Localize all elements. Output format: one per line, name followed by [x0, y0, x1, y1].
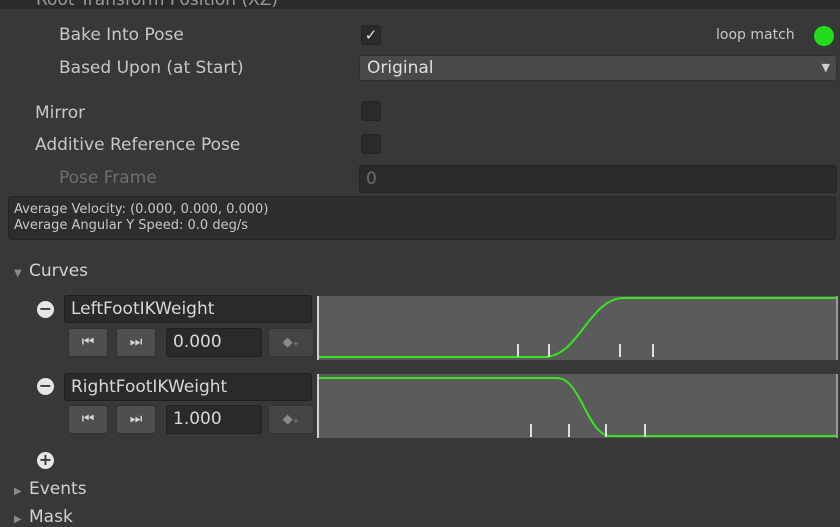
curves-title: Curves	[29, 261, 89, 281]
pose-frame-label: Pose Frame	[59, 168, 157, 188]
curve-graph-svg	[319, 377, 836, 437]
mask-title: Mask	[29, 507, 73, 527]
curve-name-field[interactable]: LeftFootIKWeight	[64, 295, 312, 323]
remove-curve-button[interactable]: −	[37, 378, 54, 395]
curve-name-value: LeftFootIKWeight	[71, 299, 215, 319]
dropdown-arrow-icon: ▼	[821, 61, 830, 74]
average-velocity-text: Average Velocity: (0.000, 0.000, 0.000)	[14, 202, 269, 217]
based-upon-value: Original	[367, 58, 434, 78]
minus-circle-icon: −	[38, 376, 53, 395]
curve-name-value: RightFootIKWeight	[71, 377, 228, 397]
additive-reference-pose-label: Additive Reference Pose	[35, 135, 241, 155]
curve-value-field[interactable]: 1.000	[166, 405, 262, 434]
curve-value: 1.000	[173, 409, 222, 429]
additive-reference-pose-checkbox[interactable]	[361, 134, 381, 154]
curve-line	[319, 377, 836, 437]
mirror-checkbox[interactable]	[361, 101, 381, 121]
mask-foldout[interactable]: ▶ Mask	[14, 507, 73, 527]
remove-curve-button[interactable]: −	[37, 301, 54, 318]
curves-foldout[interactable]: ▼ Curves	[14, 261, 88, 281]
pose-frame-value: 0	[366, 169, 377, 189]
based-upon-dropdown[interactable]: Original ▼	[359, 55, 837, 81]
loop-match-indicator-icon	[814, 26, 834, 46]
plus-circle-icon: +	[38, 450, 53, 469]
add-key-button[interactable]: ◆₊	[268, 328, 314, 357]
minus-circle-icon: −	[38, 299, 53, 318]
average-angular-speed-text: Average Angular Y Speed: 0.0 deg/s	[14, 218, 248, 233]
add-key-icon: ◆₊	[282, 335, 300, 350]
curve-value-field[interactable]: 0.000	[166, 328, 262, 357]
events-foldout[interactable]: ▶ Events	[14, 479, 87, 499]
events-title: Events	[29, 479, 87, 499]
add-key-icon: ◆₊	[282, 412, 300, 427]
next-key-icon: ⏭	[129, 411, 143, 427]
next-key-icon: ⏭	[129, 334, 143, 350]
previous-key-icon: ⏮	[81, 334, 95, 350]
curve-name-field[interactable]: RightFootIKWeight	[64, 373, 312, 401]
based-upon-label: Based Upon (at Start)	[59, 58, 244, 78]
add-curve-button[interactable]: +	[37, 452, 54, 469]
curve-graph-svg	[319, 297, 836, 358]
curve-value: 0.000	[173, 332, 222, 352]
bake-into-pose-label: Bake Into Pose	[59, 25, 184, 45]
root-position-header: Root Transform Position (XZ)	[36, 0, 279, 10]
curve-graph[interactable]	[317, 296, 838, 360]
previous-key-button[interactable]: ⏮	[68, 405, 108, 434]
loop-match-label: loop match	[716, 27, 795, 43]
curve-line	[319, 297, 836, 358]
mirror-label: Mirror	[35, 103, 86, 123]
checkmark-icon: ✓	[364, 26, 378, 44]
bake-into-pose-checkbox[interactable]: ✓	[361, 25, 381, 45]
previous-key-button[interactable]: ⏮	[68, 328, 108, 357]
next-key-button[interactable]: ⏭	[116, 405, 156, 434]
next-key-button[interactable]: ⏭	[116, 328, 156, 357]
velocity-info-box: Average Velocity: (0.000, 0.000, 0.000) …	[8, 196, 836, 240]
add-key-button[interactable]: ◆₊	[268, 405, 314, 434]
pose-frame-field[interactable]: 0	[359, 165, 837, 193]
curve-graph[interactable]	[317, 374, 838, 438]
previous-key-icon: ⏮	[81, 411, 95, 427]
